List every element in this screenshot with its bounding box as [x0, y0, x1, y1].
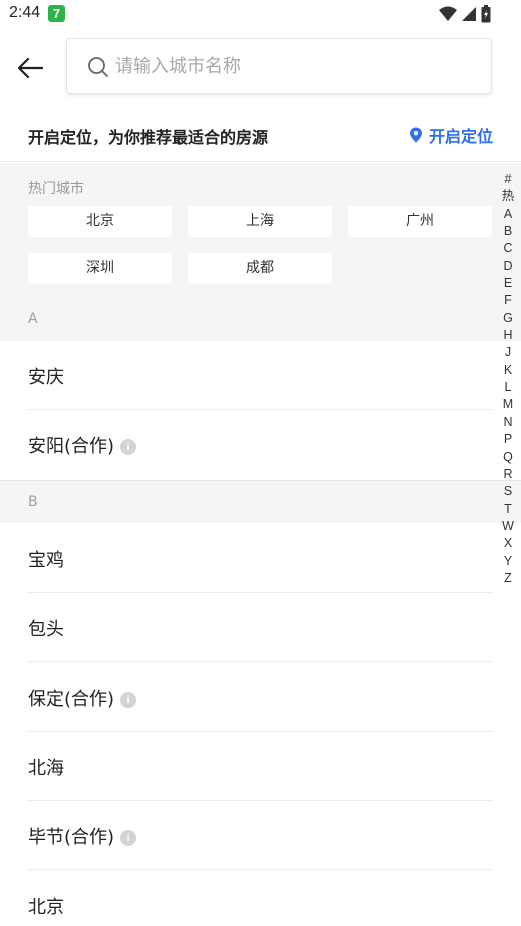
index-letter[interactable]: B	[504, 223, 512, 240]
index-letter[interactable]: N	[503, 414, 512, 431]
arrow-left-icon	[17, 57, 44, 79]
location-pin-icon	[409, 127, 422, 143]
city-list-item[interactable]: 北海	[0, 732, 493, 801]
city-list-item[interactable]: 毕节(合作) i	[0, 801, 493, 870]
city-list-item[interactable]: 包头	[0, 593, 493, 662]
index-letter[interactable]: G	[503, 310, 513, 327]
index-letter[interactable]: L	[505, 379, 512, 396]
index-letter[interactable]: F	[504, 292, 512, 309]
city-name-wrapper: 安阳(合作) i	[28, 432, 137, 458]
info-icon[interactable]: i	[120, 830, 137, 846]
section-header-b-bar: B	[0, 480, 521, 523]
divider	[28, 869, 493, 870]
city-name: 安阳(合作)	[28, 436, 115, 457]
back-button[interactable]	[12, 52, 48, 84]
section-header-b: B	[28, 494, 38, 510]
city-name: 宝鸡	[28, 550, 64, 571]
app-notification-icon: 7	[48, 5, 65, 22]
info-icon[interactable]: i	[120, 692, 137, 708]
section-header-a: A	[28, 311, 38, 327]
city-name: 北京	[28, 897, 64, 918]
index-letter[interactable]: C	[503, 240, 512, 257]
signal-icon	[462, 7, 476, 21]
index-letter[interactable]: E	[504, 275, 512, 292]
index-letter[interactable]: H	[503, 327, 512, 344]
hot-city-chip[interactable]: 广州	[348, 206, 492, 237]
city-name: 安庆	[28, 367, 64, 388]
index-letter[interactable]: M	[503, 396, 513, 413]
city-list-item[interactable]: 宝鸡	[0, 524, 493, 593]
city-list-item[interactable]: 保定(合作) i	[0, 663, 493, 732]
index-letter[interactable]: #	[505, 171, 512, 188]
index-letter[interactable]: Y	[504, 553, 512, 570]
city-name-wrapper: 保定(合作) i	[28, 685, 137, 711]
index-letter[interactable]: J	[505, 344, 511, 361]
index-letter[interactable]: R	[503, 466, 512, 483]
wifi-icon	[439, 6, 457, 21]
city-list-item[interactable]: 安庆	[0, 341, 493, 410]
index-letter[interactable]: Q	[503, 449, 513, 466]
city-list-item[interactable]: 北京	[0, 871, 493, 926]
search-box[interactable]	[66, 38, 492, 94]
city-name: 北海	[28, 758, 64, 779]
search-icon	[88, 57, 108, 77]
alphabet-index-bar[interactable]: # 热 A B C D E F G H J K L M N P Q R S T …	[499, 171, 517, 587]
hot-city-chip[interactable]: 上海	[188, 206, 332, 237]
index-letter[interactable]: X	[504, 535, 512, 552]
city-name: 保定(合作)	[28, 689, 115, 710]
hot-city-chip[interactable]: 成都	[188, 253, 332, 284]
hot-city-chip[interactable]: 北京	[28, 206, 172, 237]
status-icons	[439, 4, 491, 24]
index-letter[interactable]: Z	[504, 570, 512, 587]
hot-cities-section: 热门城市 北京 上海 广州 深圳 成都 A	[0, 163, 521, 341]
index-letter[interactable]: W	[502, 518, 514, 535]
status-time: 2:44	[9, 4, 41, 21]
index-letter[interactable]: P	[504, 431, 512, 448]
index-letter[interactable]: S	[504, 483, 512, 500]
status-bar: 2:44 7	[0, 0, 521, 28]
city-list-item[interactable]: 安阳(合作) i	[0, 410, 493, 479]
enable-location-button[interactable]: 开启定位	[409, 123, 493, 147]
locate-bar: 开启定位，为你推荐最适合的房源 开启定位	[0, 108, 521, 162]
index-letter[interactable]: K	[504, 362, 512, 379]
city-name: 包头	[28, 619, 64, 640]
search-input[interactable]	[115, 39, 475, 93]
index-letter[interactable]: 热	[502, 188, 515, 205]
index-letter[interactable]: A	[504, 206, 512, 223]
enable-location-label: 开启定位	[428, 127, 493, 146]
city-name-wrapper: 毕节(合作) i	[28, 823, 137, 849]
battery-icon	[481, 5, 491, 23]
info-icon[interactable]: i	[120, 439, 137, 455]
locate-tip-text: 开启定位，为你推荐最适合的房源	[28, 128, 269, 147]
index-letter[interactable]: D	[503, 258, 512, 275]
divider	[28, 661, 493, 662]
hot-city-chip[interactable]: 深圳	[28, 253, 172, 284]
index-letter[interactable]: T	[504, 501, 512, 518]
city-name: 毕节(合作)	[28, 827, 115, 848]
hot-cities-title: 热门城市	[28, 181, 84, 197]
